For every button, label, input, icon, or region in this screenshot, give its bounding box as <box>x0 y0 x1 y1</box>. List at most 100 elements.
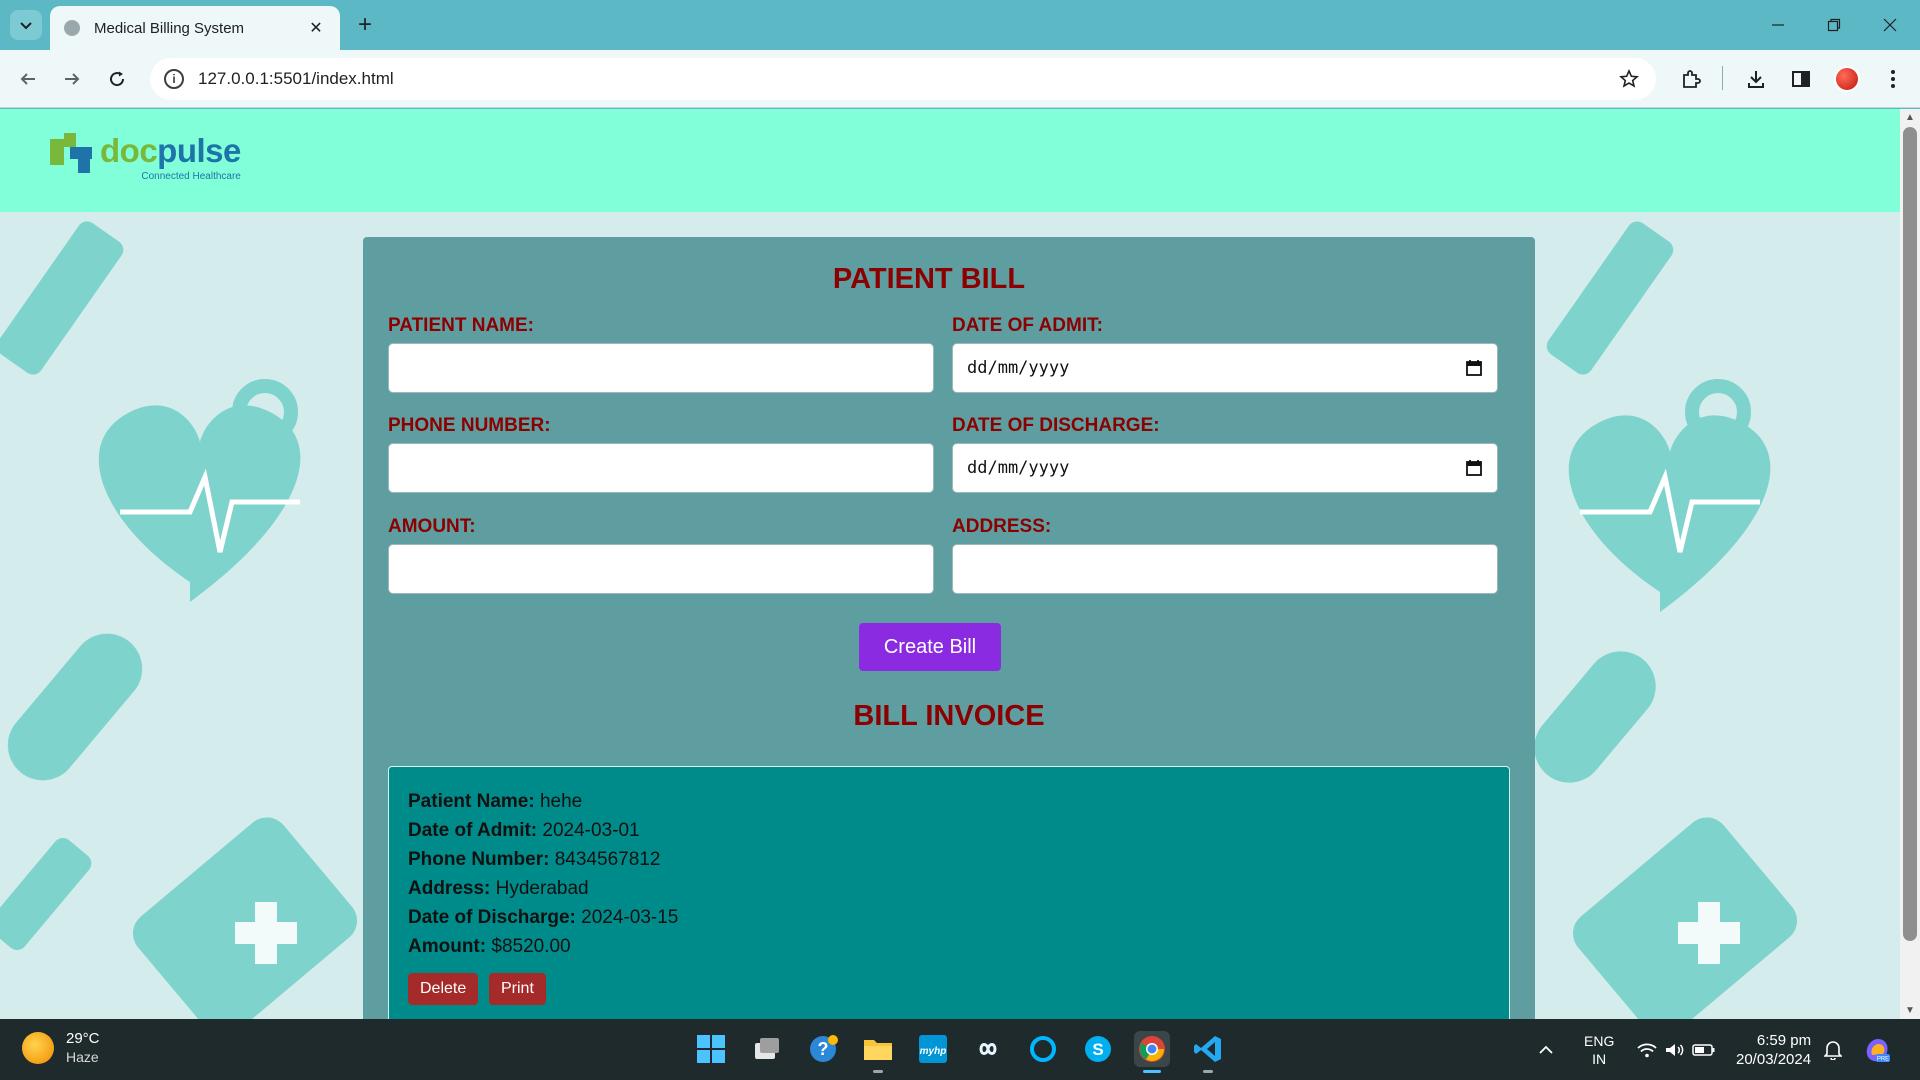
vscode-app-button[interactable] <box>1190 1031 1226 1073</box>
skype-icon: S <box>1085 1036 1111 1062</box>
volume-icon <box>1666 1043 1684 1056</box>
myhp-icon: myhp <box>919 1035 947 1063</box>
invoice-patient-name: Patient Name: hehe <box>408 791 583 812</box>
invoice-date-of-discharge: Date of Discharge: 2024-03-15 <box>408 907 679 928</box>
tab-search-button[interactable] <box>10 10 42 40</box>
task-view-icon <box>755 1038 779 1059</box>
scroll-up-icon[interactable]: ▲ <box>1904 112 1916 123</box>
copilot-icon: PRE <box>1866 1038 1890 1062</box>
running-indicator <box>873 1070 883 1073</box>
print-button[interactable]: Print <box>489 973 546 1005</box>
chevron-up-icon <box>1539 1045 1553 1054</box>
circle-ring-icon <box>1030 1036 1056 1062</box>
invoice-date-of-admit: Date of Admit: 2024-03-01 <box>408 820 640 841</box>
url-text[interactable]: 127.0.0.1:5501/index.html <box>198 69 1616 89</box>
patient-name-label: PATIENT NAME: <box>388 315 535 336</box>
tab-close-icon[interactable]: ✕ <box>306 18 326 38</box>
network-volume-battery[interactable] <box>1636 1019 1716 1080</box>
patient-bill-card: PATIENT BILL PATIENT NAME: DATE OF ADMIT… <box>363 237 1535 1019</box>
bookmark-star-icon[interactable] <box>1616 66 1642 92</box>
language-indicator[interactable]: ENG IN <box>1584 1019 1614 1080</box>
globe-icon <box>64 20 80 36</box>
copilot-button[interactable]: PRE <box>1862 1019 1892 1080</box>
docpulse-logo[interactable]: docpulse Connected Healthcare <box>50 133 241 182</box>
create-bill-button[interactable]: Create Bill <box>859 623 1001 671</box>
forward-button[interactable] <box>56 63 88 95</box>
logo-mark-icon <box>50 133 94 173</box>
amount-input[interactable] <box>388 544 934 594</box>
amount-label: AMOUNT: <box>388 516 476 537</box>
date-of-admit-input[interactable]: dd/mm/yyyy <box>952 343 1498 393</box>
profile-button[interactable] <box>1831 63 1863 95</box>
weather-widget[interactable]: 29°C Haze <box>22 1029 100 1067</box>
pill-icon-left <box>7 633 143 781</box>
chrome-app-button[interactable] <box>1134 1031 1170 1073</box>
medkit-icon-left <box>133 817 357 1019</box>
svg-text:myhp: myhp <box>920 1046 947 1057</box>
phone-number-input[interactable] <box>388 443 934 493</box>
os-taskbar: 29°C Haze ? myhp S ENG IN 6:59 pm 20/03/… <box>0 1019 1920 1080</box>
hazy-sun-icon <box>22 1032 54 1064</box>
svg-text:S: S <box>1092 1040 1103 1059</box>
side-panel-button[interactable] <box>1785 63 1817 95</box>
back-button[interactable] <box>12 63 44 95</box>
file-explorer-button[interactable] <box>860 1031 896 1073</box>
notifications-button[interactable] <box>1824 1019 1842 1080</box>
logo-text: docpulse Connected Healthcare <box>100 133 241 183</box>
download-icon <box>1748 71 1764 88</box>
calendar-icon[interactable] <box>1465 359 1483 377</box>
scroll-down-icon[interactable]: ▼ <box>1904 1005 1916 1016</box>
reload-button[interactable] <box>101 63 133 95</box>
system-clock[interactable]: 6:59 pm 20/03/2024 <box>1736 1031 1811 1069</box>
page-viewport: docpulse Connected Healthcare PATIENT BI… <box>0 109 1900 1019</box>
calendar-icon[interactable] <box>1465 459 1483 477</box>
side-panel-icon <box>1792 71 1810 87</box>
invoice-title: BILL INVOICE <box>853 700 1045 732</box>
folder-icon <box>864 1040 892 1060</box>
cross-icon-left-h <box>235 922 297 944</box>
syringe-icon-left-2 <box>0 837 92 951</box>
downloads-button[interactable] <box>1740 63 1772 95</box>
browser-menu-button[interactable] <box>1877 63 1909 95</box>
date-of-admit-label: DATE OF ADMIT: <box>952 315 1103 336</box>
browser-toolbar: i 127.0.0.1:5501/index.html <box>0 50 1920 108</box>
show-hidden-icons-button[interactable] <box>1538 1019 1554 1080</box>
pill-icon-right <box>1534 651 1656 783</box>
battery-icon <box>1692 1043 1715 1056</box>
weather-condition: Haze <box>66 1049 99 1065</box>
date-of-discharge-input[interactable]: dd/mm/yyyy <box>952 443 1498 493</box>
minimize-icon <box>1772 24 1784 26</box>
site-info-icon[interactable]: i <box>164 69 184 89</box>
reload-icon <box>110 71 125 87</box>
new-tab-button[interactable]: + <box>350 10 380 40</box>
bill-invoice: Patient Name: hehe Date of Admit: 2024-0… <box>388 766 1510 1019</box>
clock-date: 20/03/2024 <box>1736 1051 1812 1068</box>
patient-name-input[interactable] <box>388 343 934 393</box>
delete-button[interactable]: Delete <box>408 973 479 1005</box>
windows-logo-icon <box>697 1035 725 1063</box>
close-window-button[interactable] <box>1862 0 1918 50</box>
arrow-right-icon <box>65 73 80 85</box>
extensions-button[interactable] <box>1675 63 1707 95</box>
toolbar-divider <box>1722 66 1723 90</box>
page-scrollbar[interactable]: ▲ ▼ <box>1900 109 1920 1019</box>
minimize-button[interactable] <box>1750 0 1806 50</box>
skype-app-button[interactable]: S <box>1080 1031 1116 1067</box>
avatar <box>1834 66 1860 92</box>
cortana-app-button[interactable] <box>1025 1031 1061 1067</box>
browser-tab-active[interactable]: Medical Billing System ✕ <box>50 6 340 50</box>
language-code: ENG <box>1584 1032 1615 1049</box>
address-bar[interactable]: i 127.0.0.1:5501/index.html <box>150 58 1656 100</box>
help-app-button[interactable]: ? <box>805 1031 841 1067</box>
scrollbar-thumb[interactable] <box>1903 127 1917 941</box>
chevron-down-icon <box>20 22 32 30</box>
myhp-app-button[interactable]: myhp <box>915 1031 951 1067</box>
address-input[interactable] <box>952 544 1498 594</box>
wifi-icon <box>1637 1043 1657 1057</box>
task-view-button[interactable] <box>749 1031 785 1067</box>
restore-button[interactable] <box>1806 0 1862 50</box>
meta-app-button[interactable] <box>970 1031 1006 1067</box>
invoice-amount: Amount: $8520.00 <box>408 936 571 957</box>
invoice-address: Address: Hyderabad <box>408 878 589 899</box>
start-button[interactable] <box>693 1031 729 1067</box>
